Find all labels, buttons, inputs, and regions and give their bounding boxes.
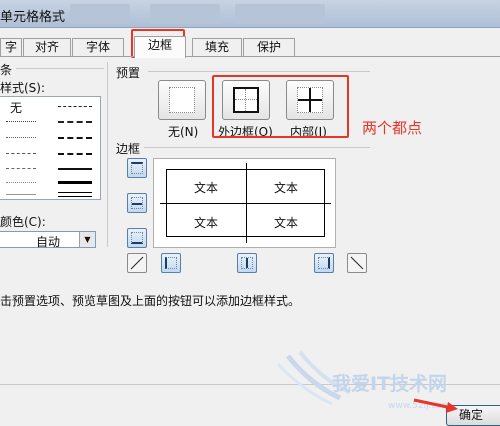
- border-preview[interactable]: 文本 文本 文本 文本: [153, 158, 336, 248]
- hint-text: 击预置选项、预览草图及上面的按钮可以添加边框样式。: [0, 294, 301, 308]
- line-group-label: 条: [0, 63, 13, 77]
- line-style-thin[interactable]: [6, 194, 36, 195]
- preview-cell-text: 文本: [193, 181, 218, 195]
- line-style-dash-dot-2[interactable]: [6, 168, 36, 169]
- border-group-label: 边框: [116, 142, 141, 156]
- line-style-thin-dotted[interactable]: [6, 182, 36, 183]
- line-style-list[interactable]: 无: [0, 96, 101, 200]
- border-right-icon: [318, 257, 330, 269]
- line-style-dash-dot-dot-thin[interactable]: [6, 137, 36, 138]
- line-style-medium[interactable]: [58, 168, 92, 170]
- border-right-button[interactable]: [314, 253, 334, 273]
- line-style-dash-dot[interactable]: [58, 121, 92, 123]
- tab-protection[interactable]: 保护: [243, 38, 295, 57]
- border-bottom-icon: [131, 232, 143, 244]
- line-style-medium-dash[interactable]: [58, 153, 92, 155]
- vertical-divider: [107, 62, 108, 247]
- blurred-background: [235, 4, 325, 24]
- blurred-background: [150, 4, 220, 24]
- line-style-thick[interactable]: [58, 181, 92, 184]
- red-arrow-icon: [413, 398, 458, 413]
- window-title: 单元格格式: [0, 10, 66, 25]
- border-group-divider: [144, 147, 370, 148]
- presets-highlight: [212, 75, 349, 138]
- line-style-dash[interactable]: [6, 153, 36, 154]
- border-center-icon: [241, 257, 253, 269]
- color-select[interactable]: 自动 ▼: [0, 231, 96, 249]
- border-left-button[interactable]: [161, 253, 181, 273]
- border-center-vertical-button[interactable]: [237, 253, 257, 273]
- dropdown-arrow-icon[interactable]: ▼: [79, 232, 95, 247]
- border-middle-icon: [131, 197, 143, 209]
- diagonal-down-icon: [350, 256, 364, 270]
- line-style-none[interactable]: 无: [10, 99, 22, 116]
- border-diagonal-down-button[interactable]: [347, 253, 367, 273]
- preview-cell-text: 文本: [273, 216, 298, 230]
- tab-font[interactable]: 字体: [72, 38, 124, 57]
- border-middle-horizontal-button[interactable]: [127, 193, 147, 213]
- tab-fill[interactable]: 填充: [192, 38, 242, 57]
- border-diagonal-up-button[interactable]: [127, 253, 147, 273]
- title-bar[interactable]: 单元格格式: [0, 0, 500, 28]
- border-top-icon: [131, 162, 143, 174]
- color-value: 自动: [36, 235, 61, 249]
- line-style-dotted[interactable]: [6, 121, 36, 122]
- color-label: 颜色(C):: [0, 215, 46, 229]
- line-style-double[interactable]: [58, 192, 92, 197]
- line-group-divider: [16, 68, 104, 69]
- annotation-text: 两个都点: [362, 119, 423, 137]
- preset-none-button[interactable]: [158, 80, 206, 120]
- preview-cell-text: 文本: [273, 181, 298, 195]
- watermark-text: 我爱IT技术网: [332, 372, 447, 395]
- line-style-dashed[interactable]: [58, 137, 92, 139]
- blurred-background: [70, 4, 130, 24]
- tab-border[interactable]: 边框: [134, 36, 186, 58]
- border-bottom-button[interactable]: [127, 228, 147, 248]
- tab-strip: 字 对齐 字体 边框 填充 保护: [0, 36, 500, 58]
- tab-font-partial[interactable]: 字: [0, 38, 22, 57]
- presets-group-label: 预置: [116, 66, 141, 80]
- diagonal-up-icon: [130, 256, 144, 270]
- presets-group-divider: [148, 71, 370, 72]
- tab-alignment[interactable]: 对齐: [23, 38, 71, 57]
- preview-inner-horizontal: [160, 203, 331, 204]
- preset-none-icon: [169, 87, 195, 113]
- border-left-icon: [165, 257, 177, 269]
- preview-cell-text: 文本: [193, 216, 218, 230]
- line-style-dash-dot-dot[interactable]: [58, 106, 92, 107]
- preset-none-label: 无(N): [168, 125, 199, 139]
- border-top-button[interactable]: [127, 158, 147, 178]
- style-label: 样式(S):: [0, 81, 46, 95]
